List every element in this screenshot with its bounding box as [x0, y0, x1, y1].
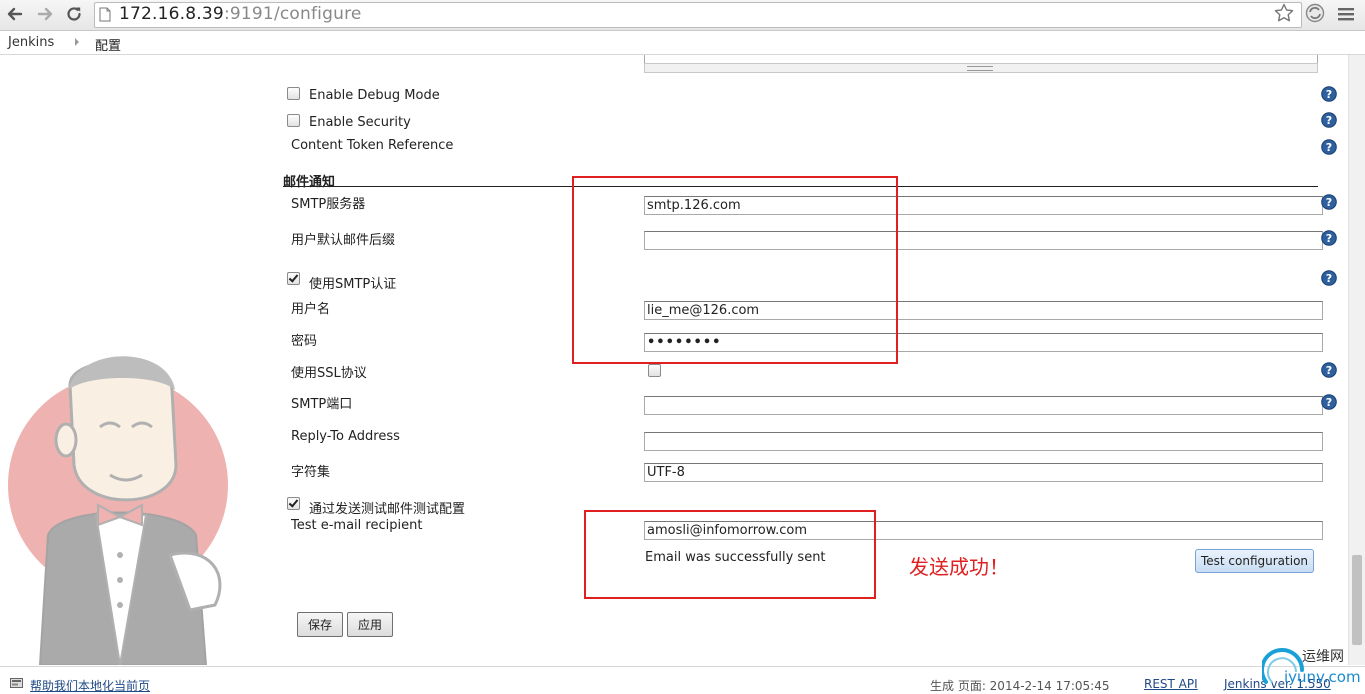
content-token-label: Content Token Reference	[291, 138, 454, 153]
annotation-box-smtp	[572, 176, 898, 364]
breadcrumb-configure[interactable]: 配置	[95, 35, 121, 54]
back-button[interactable]	[4, 3, 26, 25]
localize-icon	[10, 678, 23, 688]
charset-label: 字符集	[291, 465, 331, 480]
address-bar[interactable]: 172.16.8.39:9191/configure	[94, 2, 1302, 28]
textarea-resize-handle[interactable]	[644, 63, 1318, 73]
enable-security-label[interactable]: Enable Security	[309, 115, 411, 130]
smtp-port-label: SMTP端口	[291, 397, 353, 412]
smtp-server-label: SMTP服务器	[291, 197, 366, 212]
help-icon[interactable]: ?	[1321, 86, 1337, 102]
forward-arrow-icon	[37, 7, 53, 21]
help-icon[interactable]: ?	[1321, 270, 1337, 286]
help-icon[interactable]: ?	[1321, 230, 1337, 246]
debug-mode-label[interactable]: Enable Debug Mode	[309, 88, 440, 103]
menu-icon[interactable]	[1336, 5, 1356, 23]
reply-to-input[interactable]	[644, 432, 1323, 451]
smtp-auth-label[interactable]: 使用SMTP认证	[309, 273, 396, 292]
resize-grip-icon	[967, 66, 993, 71]
breadcrumb: Jenkins 配置	[0, 31, 1365, 55]
vertical-scrollbar[interactable]	[1348, 55, 1365, 665]
smtp-port-input[interactable]	[644, 396, 1323, 415]
url-host: 172.16.8.39	[119, 4, 224, 24]
password-label: 密码	[291, 334, 318, 349]
svg-text:?: ?	[1326, 196, 1332, 209]
test-recipient-label: Test e-mail recipient	[291, 518, 423, 533]
test-configuration-button[interactable]: Test configuration	[1195, 549, 1314, 573]
svg-text:?: ?	[1326, 364, 1332, 377]
debug-mode-checkbox[interactable]	[287, 87, 300, 100]
help-icon[interactable]: ?	[1321, 112, 1337, 128]
reload-icon	[67, 7, 81, 21]
svg-text:?: ?	[1326, 88, 1332, 101]
charset-input[interactable]	[644, 463, 1323, 482]
url-text[interactable]: 172.16.8.39:9191/configure	[119, 4, 362, 24]
localize-link[interactable]: 帮助我们本地化当前页	[30, 677, 150, 694]
page-footer: 帮助我们本地化当前页 生成 页面: 2014-2-14 17:05:45 RES…	[0, 666, 1365, 694]
annotation-success-text: 发送成功！	[909, 555, 1009, 579]
save-button[interactable]: 保存	[297, 612, 343, 637]
username-label: 用户名	[291, 302, 331, 317]
apply-button[interactable]: 应用	[347, 612, 393, 637]
annotation-box-test	[584, 510, 876, 599]
rest-api-link[interactable]: REST API	[1144, 677, 1198, 691]
bookmark-star-icon[interactable]	[1273, 2, 1295, 24]
generated-timestamp: 生成 页面: 2014-2-14 17:05:45	[930, 679, 1110, 693]
svg-text:?: ?	[1326, 272, 1332, 285]
forward-button[interactable]	[34, 3, 56, 25]
svg-text:?: ?	[1326, 114, 1332, 127]
section-title-email: 邮件通知	[283, 175, 336, 190]
reply-to-label: Reply-To Address	[291, 429, 400, 444]
help-icon[interactable]: ?	[1321, 194, 1337, 210]
enable-security-checkbox[interactable]	[287, 114, 300, 127]
breadcrumb-jenkins[interactable]: Jenkins	[8, 35, 54, 50]
reload-button[interactable]	[63, 3, 85, 25]
test-config-checkbox[interactable]	[287, 497, 300, 510]
default-suffix-label: 用户默认邮件后缀	[291, 233, 396, 248]
browser-toolbar: 172.16.8.39:9191/configure	[0, 0, 1365, 31]
help-icon[interactable]: ?	[1321, 139, 1337, 155]
breadcrumb-chevron-icon	[75, 38, 79, 46]
ssl-label: 使用SSL协议	[291, 366, 367, 381]
watermark-cn-text: 运维网	[1302, 649, 1344, 665]
back-arrow-icon	[7, 7, 23, 21]
url-path: :9191/configure	[223, 4, 362, 24]
jenkins-mascot-image	[8, 356, 228, 665]
test-config-toggle-label[interactable]: 通过发送测试邮件测试配置	[309, 498, 465, 517]
page-icon	[99, 7, 111, 22]
help-icon[interactable]: ?	[1321, 394, 1337, 410]
extension-icon[interactable]	[1304, 2, 1326, 24]
ssl-checkbox[interactable]	[648, 364, 661, 377]
watermark-site-text: iyunv.com	[1284, 668, 1361, 686]
svg-text:?: ?	[1326, 396, 1332, 409]
smtp-auth-checkbox[interactable]	[287, 272, 300, 285]
svg-text:?: ?	[1326, 232, 1332, 245]
help-icon[interactable]: ?	[1321, 362, 1337, 378]
scrollbar-thumb[interactable]	[1352, 555, 1362, 645]
site-watermark-logo: 运维网 iyunv.com	[1262, 648, 1361, 686]
svg-text:?: ?	[1326, 141, 1332, 154]
